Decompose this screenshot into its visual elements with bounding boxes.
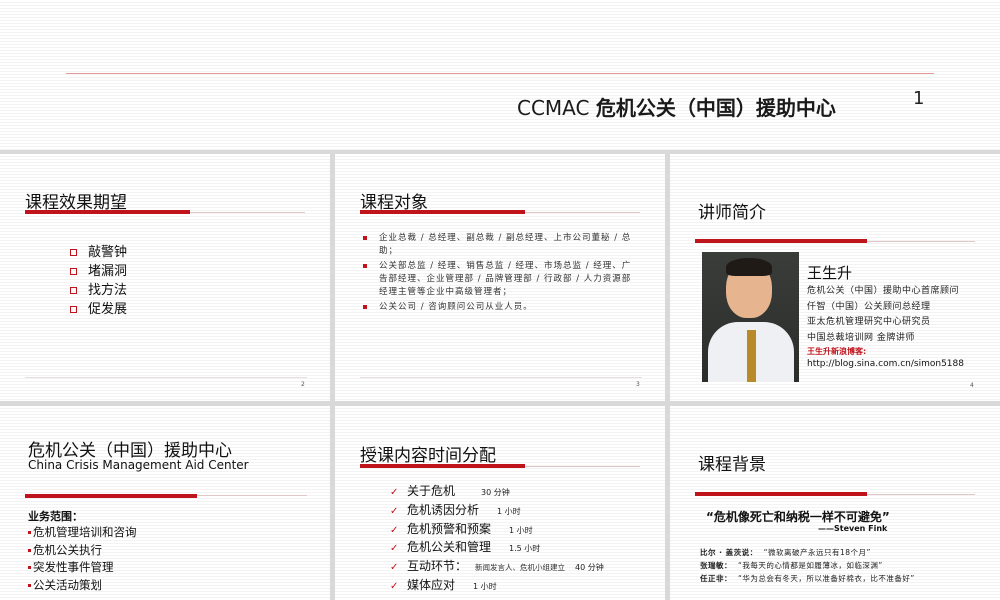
lecturer-titles: 危机公关（中国）援助中心首席顾问 仟智（中国）公关顾问总经理 亚太危机管理研究中…: [807, 286, 960, 343]
checkmark-icon: ✓: [390, 562, 399, 574]
slide-heading: 授课内容时间分配: [360, 446, 496, 466]
list-item: ✓ 危机预警和预案 1 小时: [390, 521, 604, 540]
center-title-en: China Crisis Management Aid Center: [28, 458, 249, 472]
list-item: 公关部总监 / 经理、销售总监 / 经理、市场总监 / 经理、广告部经理、企业管…: [363, 260, 635, 299]
slide-number: 1: [913, 88, 925, 109]
square-bullet-icon: [70, 306, 77, 313]
quote-line: 比尔 · 盖茨说： “微软离破产永远只有18个月”: [700, 548, 871, 557]
blog-label: 王生升新浪博客:: [807, 347, 867, 356]
footer-line: [25, 377, 307, 378]
list-item: 找方法: [70, 281, 127, 300]
title-slide[interactable]: CCMAC 危机公关（中国）援助中心 1: [0, 0, 1000, 150]
square-bullet-icon: [28, 566, 31, 570]
checkmark-icon: ✓: [390, 580, 399, 592]
heading-accent-bar: [695, 492, 867, 496]
slide-number: 4: [970, 382, 974, 389]
heading-accent-bar: [25, 494, 197, 498]
audience-list: 企业总裁 / 总经理、副总裁 / 副总经理、上市公司董秘 / 总助； 公关部总监…: [363, 232, 635, 316]
square-bullet-icon: [28, 531, 31, 535]
list-item: ✓ 危机诱因分析 1 小时: [390, 502, 604, 521]
checkmark-icon: ✓: [390, 505, 399, 517]
quote-author: ——Steven Fink: [818, 524, 888, 533]
square-bullet-icon: [70, 268, 77, 275]
heading-accent-bar: [360, 464, 525, 468]
slide-thumbnail-5[interactable]: 危机公关（中国）援助中心 China Crisis Management Aid…: [0, 406, 330, 600]
checkmark-icon: ✓: [390, 487, 399, 498]
quote-line: 张瑞敏： “我每天的心情都是如履薄冰，如临深渊”: [700, 561, 883, 570]
title-divider: [66, 73, 934, 74]
slide-number: 3: [636, 381, 640, 388]
list-item: 企业总裁 / 总经理、副总裁 / 副总经理、上市公司董秘 / 总助；: [363, 232, 635, 258]
quotes-list: 比尔 · 盖茨说： “微软离破产永远只有18个月” 张瑞敏： “我每天的心情都是如履…: [700, 546, 915, 585]
square-bullet-icon: [70, 249, 77, 256]
list-item: 危机公关执行: [28, 542, 137, 560]
square-bullet-icon: [70, 287, 77, 294]
heading-accent-bar: [695, 239, 867, 243]
business-scope-list: 危机管理培训和咨询 危机公关执行 突发性事件管理 公关活动策划: [28, 524, 137, 594]
list-item: 敲警钟: [70, 243, 127, 262]
slide-heading: 课程背景: [698, 455, 766, 475]
list-item: ✓ 危机公关和管理 1.5 小时: [390, 539, 604, 558]
list-item: 公关活动策划: [28, 577, 137, 595]
schedule-list: ✓ 关于危机 30 分钟 ✓ 危机诱因分析 1 小时 ✓ 危机预警和预案 1 小时 ✓ 危机公…: [390, 483, 604, 596]
key-quote: “危机像死亡和纳税一样不可避免”: [706, 510, 890, 524]
slide-thumbnail-7[interactable]: 课程背景 “危机像死亡和纳税一样不可避免” ——Steven Fink 比尔 ·…: [670, 406, 1000, 600]
list-item: 危机管理培训和咨询: [28, 524, 137, 542]
list-item: ✓ 媒体应对 1 小时: [390, 577, 604, 596]
lecturer-name: 王生升: [807, 264, 853, 282]
business-scope-title: 业务范围：: [28, 510, 83, 523]
heading-accent-bar: [25, 210, 190, 214]
quote-line: 任正非： “华为总会有冬天，所以准备好棉衣，比不准备好”: [700, 574, 915, 583]
list-item: ✓ 关于危机 30 分钟: [390, 483, 604, 502]
slide-number: 2: [301, 381, 305, 388]
deck-title: CCMAC 危机公关（中国）援助中心: [517, 96, 836, 120]
list-item: ✓ 互动环节： 新闻发言人、危机小组建立 40 分钟: [390, 558, 604, 577]
square-bullet-icon: [363, 236, 367, 240]
slide-thumbnail-2[interactable]: 课程效果期望 敲警钟 堵漏洞 找方法 促发展 2: [0, 154, 330, 401]
footer-line: [360, 377, 642, 378]
square-bullet-icon: [363, 264, 367, 268]
square-bullet-icon: [363, 305, 367, 309]
list-item: 堵漏洞: [70, 262, 127, 281]
list-item: 公关公司 / 咨询顾问公司从业人员。: [363, 301, 635, 314]
slide-thumbnail-3[interactable]: 课程对象 企业总裁 / 总经理、副总裁 / 副总经理、上市公司董秘 / 总助； …: [335, 154, 665, 401]
expectation-list: 敲警钟 堵漏洞 找方法 促发展: [70, 243, 127, 319]
square-bullet-icon: [28, 548, 31, 552]
checkmark-icon: ✓: [390, 543, 399, 555]
list-item: 促发展: [70, 300, 127, 319]
checkmark-icon: ✓: [390, 524, 399, 536]
square-bullet-icon: [28, 583, 31, 587]
slide-thumbnail-4[interactable]: 讲师简介 王生升 危机公关（中国）援助中心首席顾问 仟智（中国）公关顾问总经理 …: [670, 154, 1000, 401]
slide-heading: 讲师简介: [698, 203, 766, 223]
lecturer-photo: [702, 252, 799, 382]
heading-accent-bar: [360, 210, 525, 214]
slide-thumbnail-6[interactable]: 授课内容时间分配 ✓ 关于危机 30 分钟 ✓ 危机诱因分析 1 小时 ✓ 危机预警和预案…: [335, 406, 665, 600]
list-item: 突发性事件管理: [28, 559, 137, 577]
blog-link[interactable]: http://blog.sina.com.cn/simon5188: [807, 359, 964, 369]
